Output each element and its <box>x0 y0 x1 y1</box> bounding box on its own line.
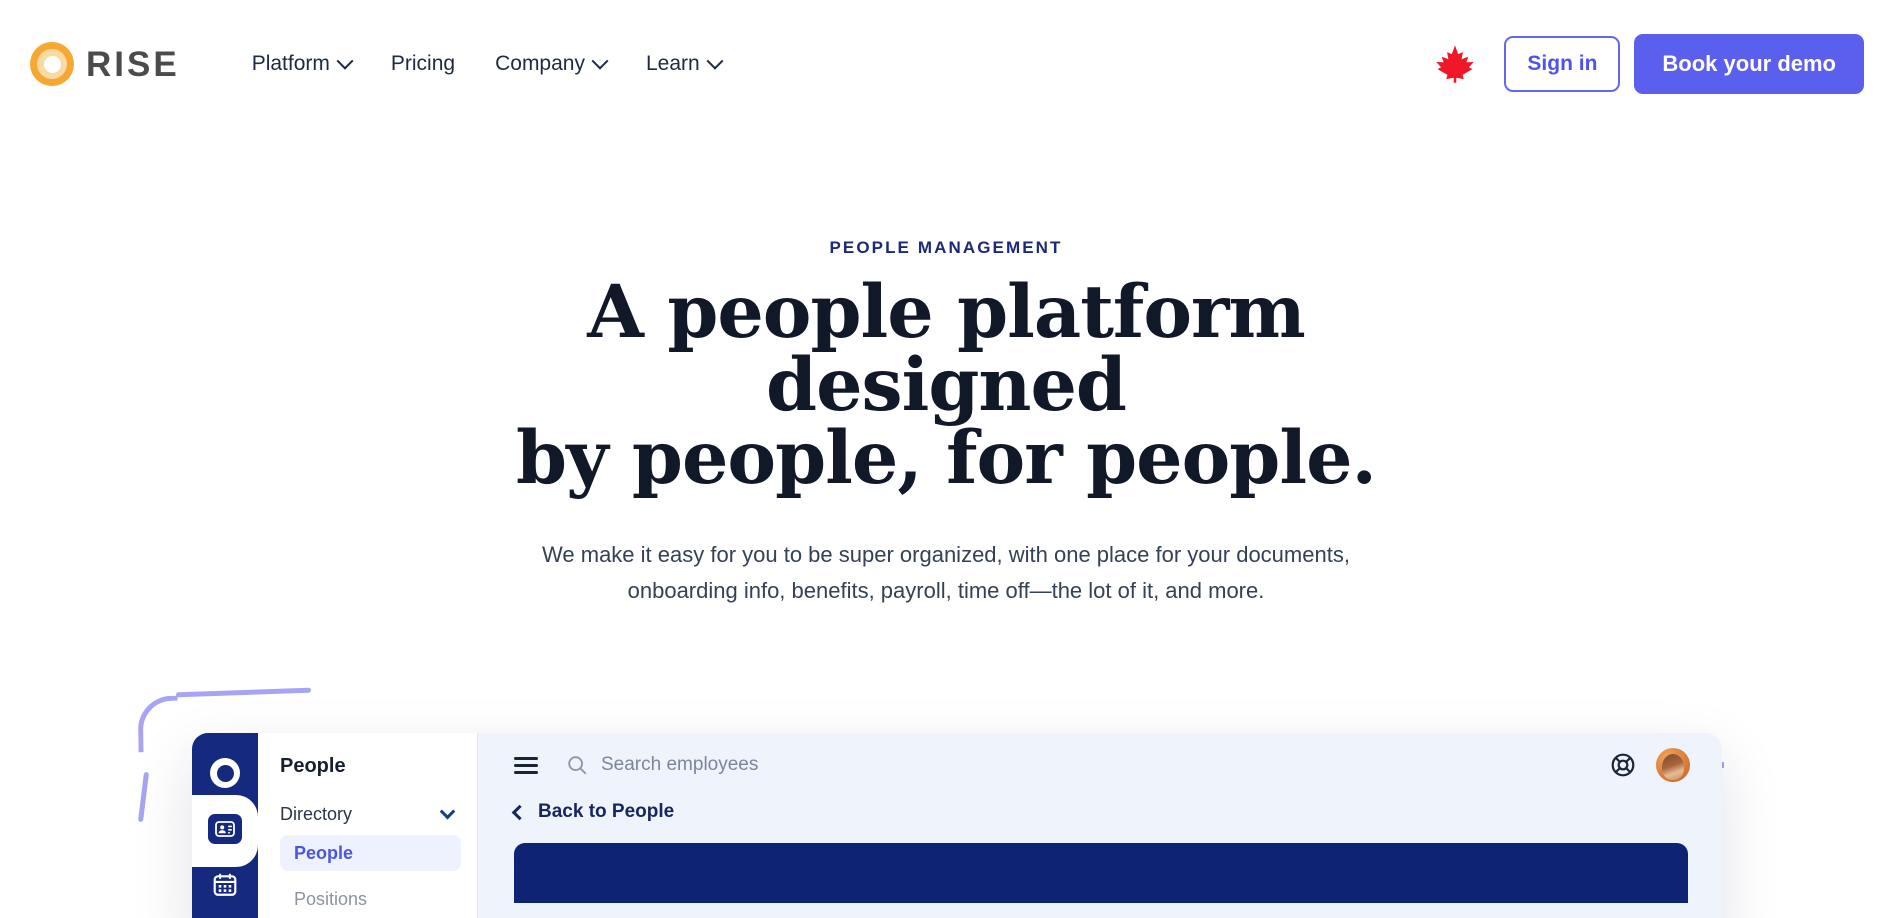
brand-wordmark: RISE <box>86 44 180 84</box>
rail-item-calendar[interactable] <box>192 857 258 913</box>
employee-profile-card <box>514 843 1688 903</box>
decorative-tick-left <box>137 771 150 823</box>
sidebar-title: People <box>280 755 346 777</box>
title-line-2: designed <box>766 342 1127 428</box>
search-icon <box>568 756 587 775</box>
chevron-down-icon <box>706 52 724 70</box>
hero-eyebrow: PEOPLE MANAGEMENT <box>829 238 1063 257</box>
rail-item-people[interactable] <box>192 801 258 857</box>
sidebar-group-directory[interactable]: Directory <box>280 803 461 825</box>
chevron-down-icon <box>336 52 354 70</box>
search-input[interactable]: Search employees <box>566 754 1610 776</box>
sidebar-item-label: People <box>294 842 354 863</box>
app-window-mockup: People Directory People Positions Search… <box>192 733 1722 918</box>
app-main-area: Search employees Back to People <box>478 733 1722 918</box>
chevron-left-icon <box>511 804 528 820</box>
app-sidebar-panel: People Directory People Positions <box>258 733 478 918</box>
rise-logo-icon <box>210 758 240 788</box>
app-icon-rail <box>192 733 258 918</box>
decorative-arc-top-left <box>137 695 179 753</box>
contact-card-icon <box>208 814 242 844</box>
hero-subtitle: We make it easy for you to be super orga… <box>0 537 1892 609</box>
back-to-people-link[interactable]: Back to People <box>511 797 1698 823</box>
avatar[interactable] <box>1656 748 1690 782</box>
subtitle-line-2: onboarding info, benefits, payroll, time… <box>627 577 1265 603</box>
title-line-3: by people, for people. <box>516 415 1377 501</box>
calendar-icon <box>213 873 237 896</box>
hero-section: PEOPLE MANAGEMENT A people platform desi… <box>0 128 1892 609</box>
site-header: RISE Platform Pricing Company Learn Sign… <box>0 0 1892 128</box>
hamburger-menu-icon[interactable] <box>514 756 538 774</box>
nav-item-pricing[interactable]: Pricing <box>371 42 475 86</box>
title-line-1: A people platform <box>587 269 1305 355</box>
main-navigation: Platform Pricing Company Learn <box>232 42 741 86</box>
nav-item-platform[interactable]: Platform <box>232 42 371 86</box>
sidebar-item-people[interactable]: People <box>280 835 461 871</box>
search-placeholder: Search employees <box>601 754 759 775</box>
rail-item-home[interactable] <box>192 745 258 801</box>
rise-ring-logo-icon <box>30 42 74 86</box>
nav-label-company: Company <box>495 52 585 75</box>
nav-label-learn: Learn <box>645 52 700 75</box>
chevron-down-icon <box>591 52 609 70</box>
chevron-down-icon <box>439 803 456 820</box>
app-content-body: Back to People <box>478 797 1722 918</box>
nav-label-platform: Platform <box>251 52 330 75</box>
lifebuoy-help-icon[interactable] <box>1610 752 1636 778</box>
canada-maple-leaf-icon[interactable] <box>1432 41 1478 87</box>
page-title: A people platform designed by people, fo… <box>0 276 1892 495</box>
sign-in-button[interactable]: Sign in <box>1504 36 1621 92</box>
brand-logo[interactable]: RISE <box>30 42 180 86</box>
nav-label-pricing: Pricing <box>390 52 456 75</box>
app-topbar: Search employees <box>478 733 1722 797</box>
app-topbar-actions <box>1610 748 1690 782</box>
product-screenshot-section: People Directory People Positions Search… <box>0 680 1892 918</box>
sidebar-item-positions[interactable]: Positions <box>280 881 461 917</box>
nav-item-learn[interactable]: Learn <box>626 42 741 86</box>
sidebar-item-label: Positions <box>294 888 368 909</box>
nav-item-company[interactable]: Company <box>475 42 626 86</box>
sidebar-group-label: Directory <box>280 804 353 824</box>
subtitle-line-1: We make it easy for you to be super orga… <box>542 542 1350 567</box>
book-demo-button[interactable]: Book your demo <box>1634 34 1864 94</box>
header-actions: Sign in Book your demo <box>1432 34 1864 94</box>
back-link-label: Back to People <box>538 801 675 822</box>
decorative-line-top <box>175 687 312 698</box>
